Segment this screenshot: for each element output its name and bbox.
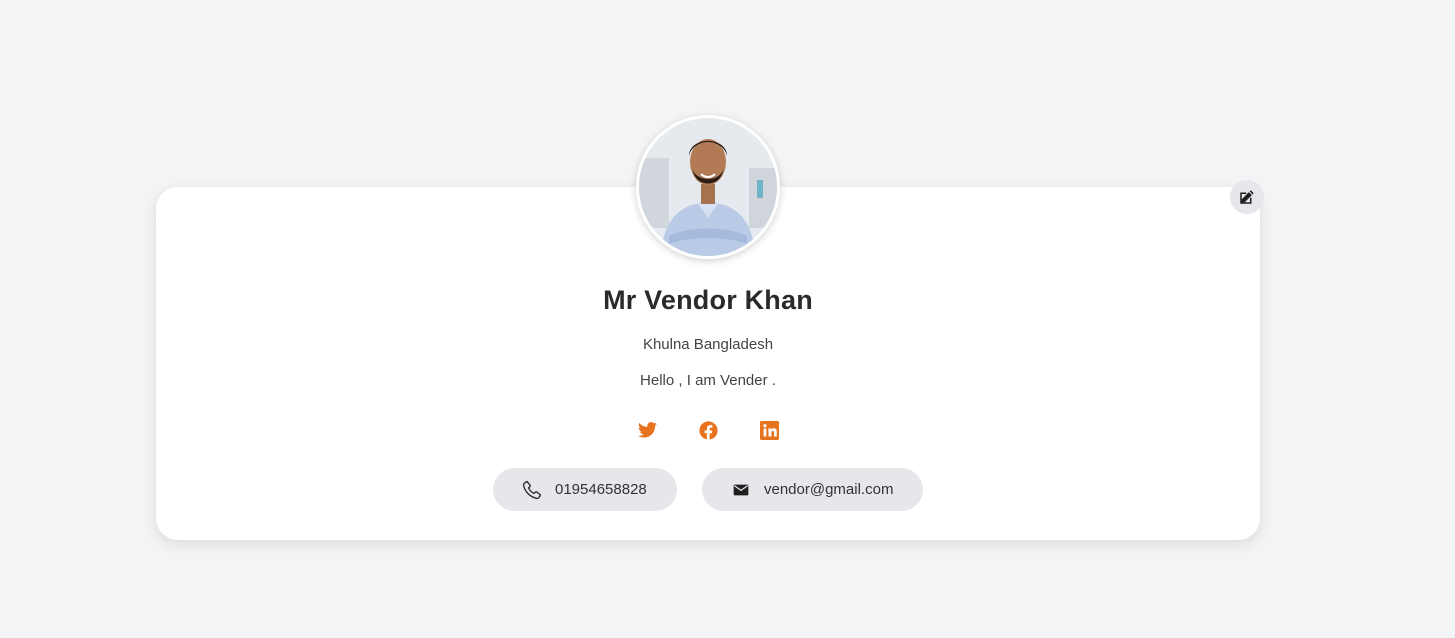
twitter-link[interactable] bbox=[637, 420, 657, 440]
mail-icon bbox=[730, 479, 752, 501]
phone-number: 01954658828 bbox=[555, 481, 647, 498]
email-address: vendor@gmail.com bbox=[764, 481, 894, 498]
profile-bio: Hello , I am Vender . bbox=[640, 372, 776, 389]
avatar-photo bbox=[639, 118, 777, 256]
edit-icon bbox=[1240, 190, 1254, 204]
facebook-link[interactable] bbox=[698, 420, 718, 440]
phone-icon bbox=[521, 479, 543, 501]
profile-location: Khulna Bangladesh bbox=[642, 336, 774, 353]
linkedin-link[interactable] bbox=[759, 420, 779, 440]
linkedin-icon bbox=[759, 420, 779, 440]
avatar bbox=[636, 115, 780, 259]
email-pill[interactable]: vendor@gmail.com bbox=[702, 468, 923, 511]
facebook-icon bbox=[698, 420, 718, 440]
phone-pill[interactable]: 01954658828 bbox=[493, 468, 677, 511]
profile-page: Mr Vendor Khan Khulna Bangladesh Hello ,… bbox=[0, 0, 1455, 638]
profile-name: Mr Vendor Khan bbox=[603, 285, 813, 315]
twitter-icon bbox=[637, 422, 657, 438]
edit-button[interactable] bbox=[1230, 180, 1264, 214]
